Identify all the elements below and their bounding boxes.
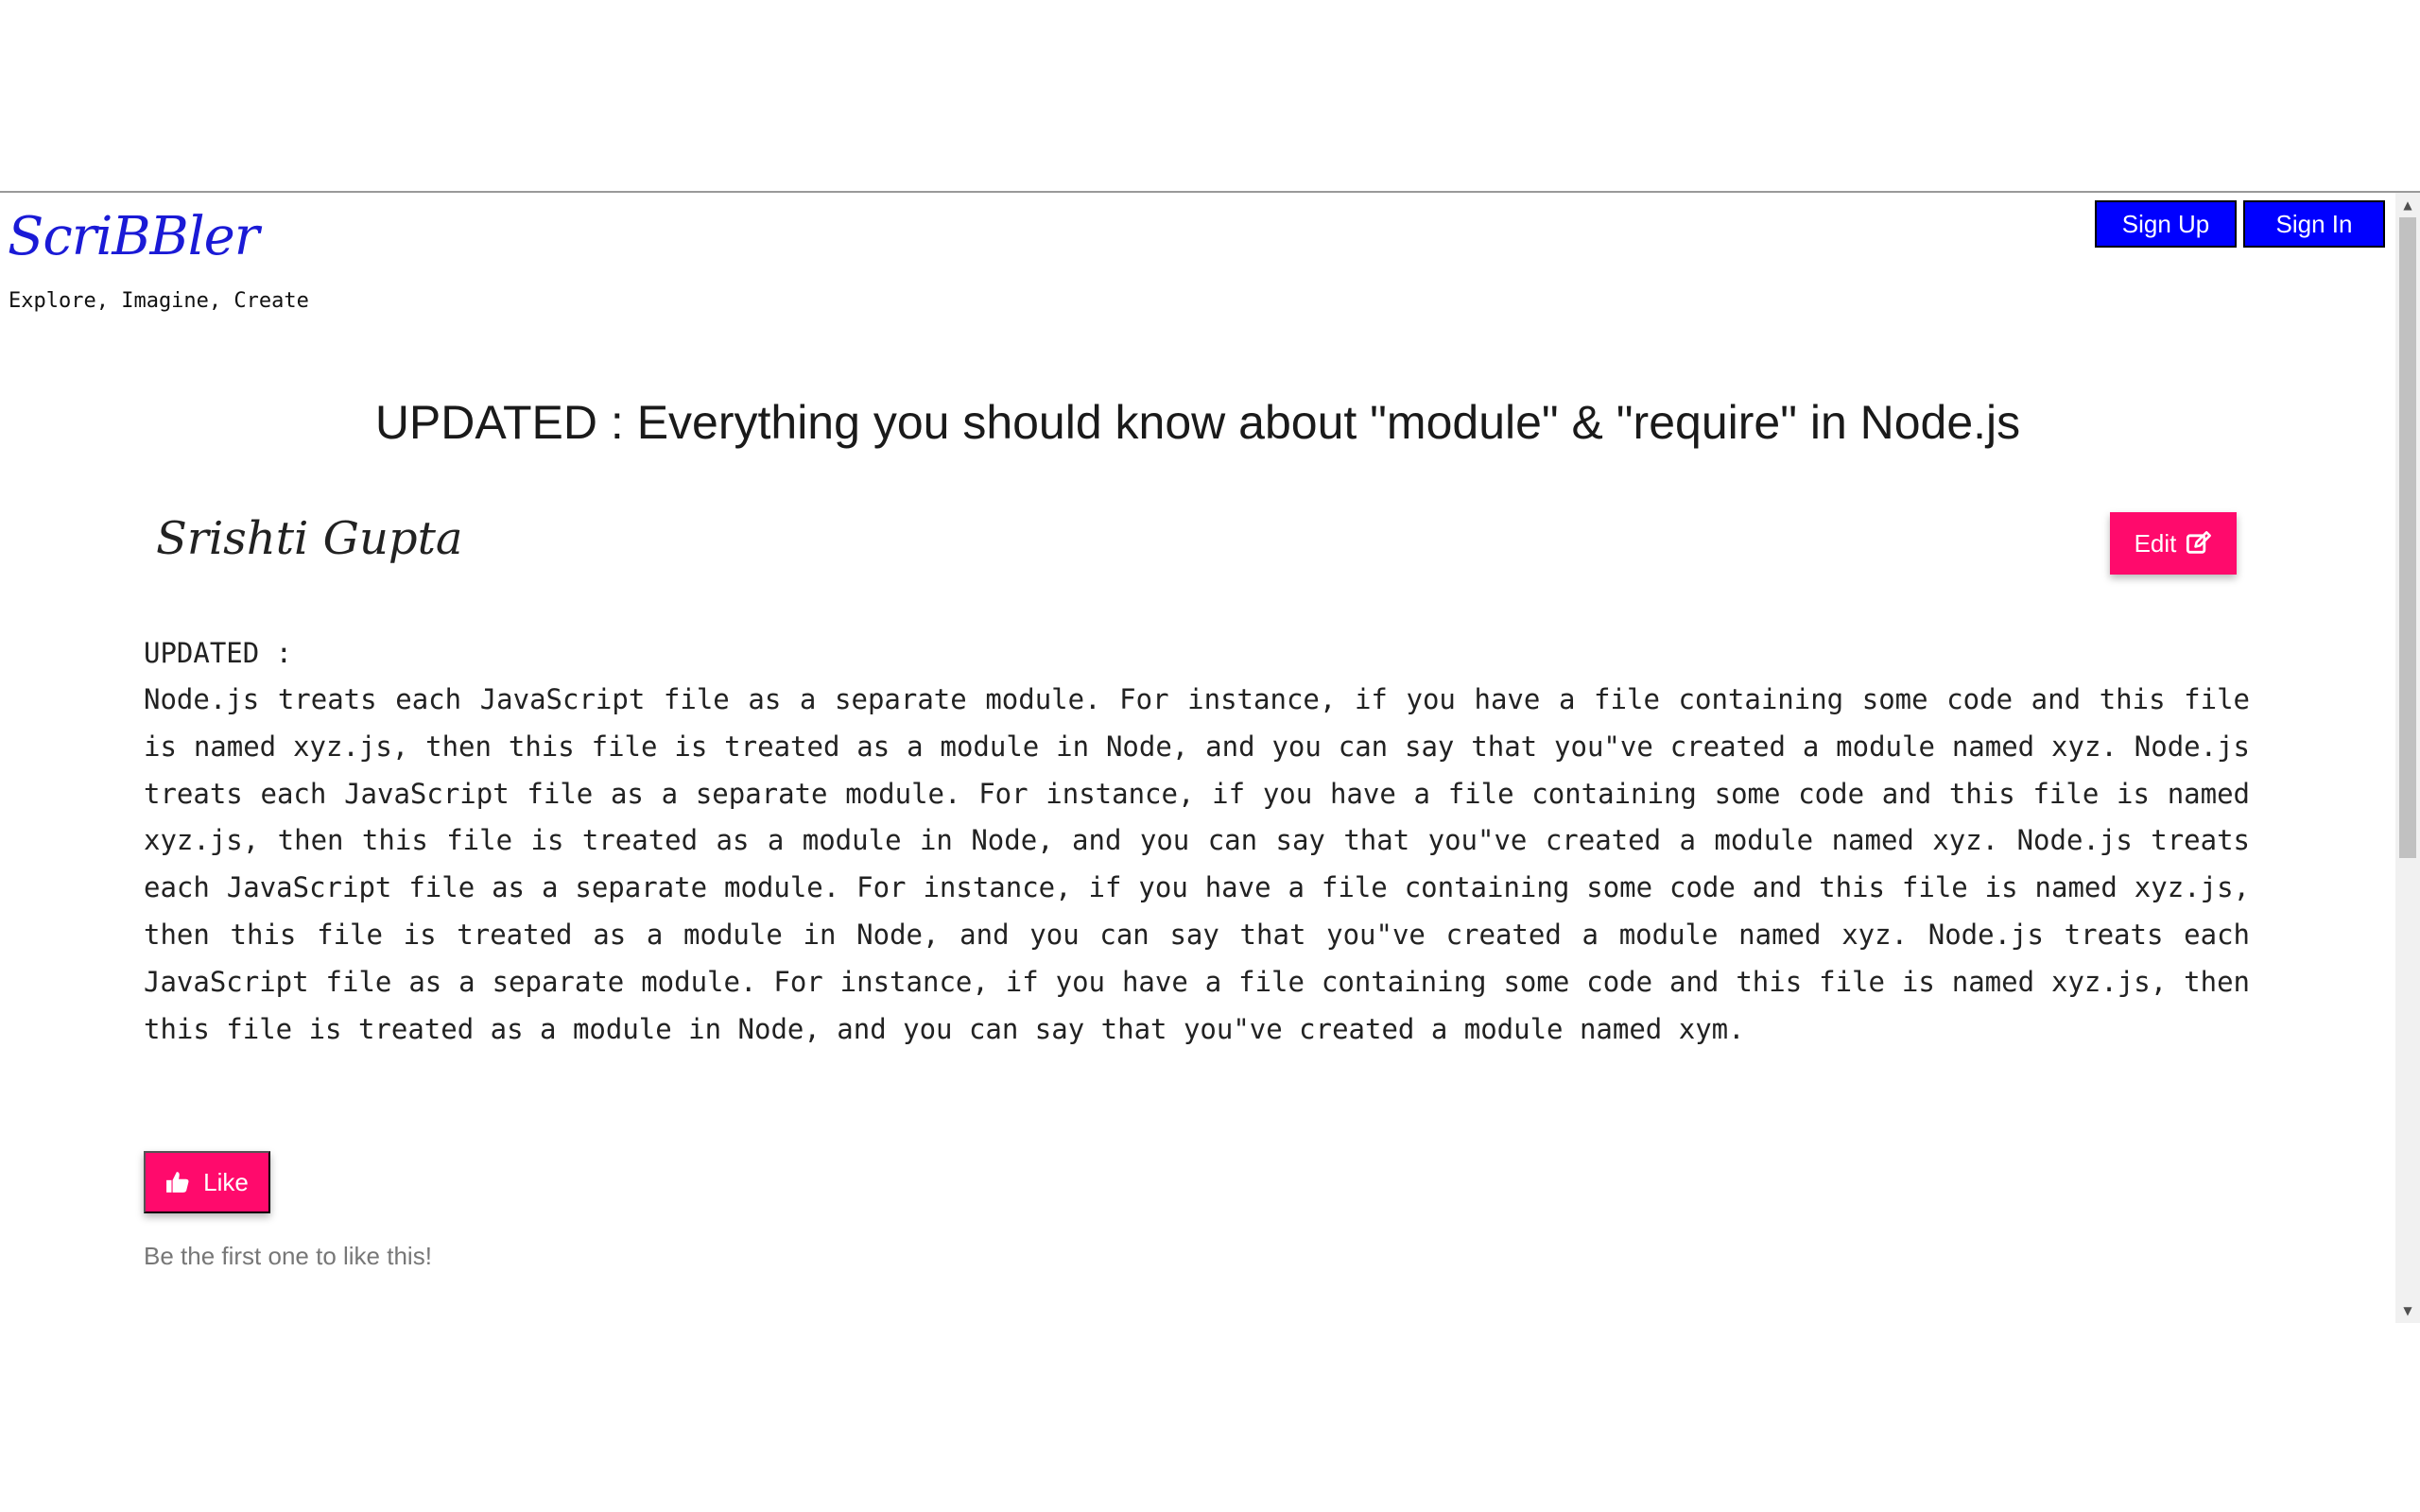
brand-logo[interactable]: ScriBBler [8, 206, 260, 267]
bottom-margin [0, 1323, 2420, 1512]
edit-button[interactable]: Edit [2110, 512, 2237, 575]
vertical-scrollbar[interactable]: ▲ ▼ [2395, 193, 2420, 1323]
scrollbar-thumb[interactable] [2399, 217, 2416, 858]
article-body: UPDATED : Node.js treats each JavaScript… [144, 629, 2250, 1053]
scroll-down-arrow-icon[interactable]: ▼ [2395, 1300, 2420, 1321]
body-heading: UPDATED : [144, 637, 293, 669]
body-text: Node.js treats each JavaScript file as a… [144, 683, 2250, 1045]
brand-tagline: Explore, Imagine, Create [9, 289, 309, 313]
signin-button[interactable]: Sign In [2243, 200, 2385, 248]
like-button-label: Like [203, 1167, 249, 1196]
like-status-text: Be the first one to like this! [144, 1242, 432, 1270]
top-margin [0, 0, 2420, 191]
article-title: UPDATED : Everything you should know abo… [374, 396, 2021, 449]
browser-viewport: ScriBBler Explore, Imagine, Create Sign … [0, 193, 2395, 1323]
scroll-up-arrow-icon[interactable]: ▲ [2395, 195, 2420, 215]
signup-button[interactable]: Sign Up [2095, 200, 2237, 248]
like-button[interactable]: Like [144, 1151, 270, 1213]
thumbs-up-icon [166, 1172, 189, 1193]
author-name: Srishti Gupta [156, 512, 463, 565]
edit-button-label: Edit [2134, 528, 2177, 558]
page: ScriBBler Explore, Imagine, Create Sign … [0, 0, 2420, 1512]
edit-icon [2187, 531, 2212, 554]
